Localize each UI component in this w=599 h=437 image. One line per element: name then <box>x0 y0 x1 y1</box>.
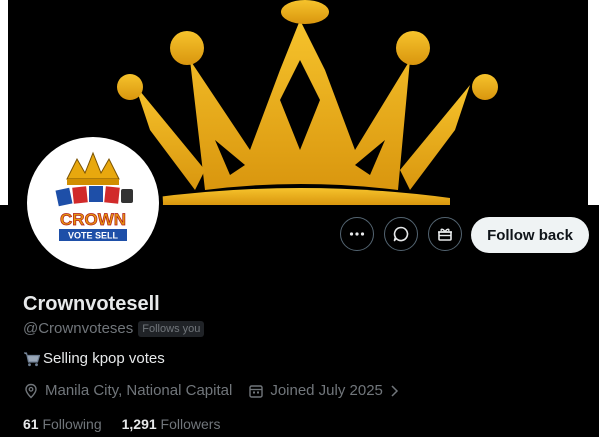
following-count: 61 <box>23 416 39 432</box>
location-item: Manila City, National Capital <box>23 382 232 399</box>
chevron-right-icon <box>391 384 398 397</box>
followers-count: 1,291 <box>121 416 157 432</box>
logo-text-votesell: VOTE SELL <box>68 231 119 241</box>
joined-text: Joined July 2025 <box>270 382 383 399</box>
bio: Selling kpop votes <box>23 350 165 367</box>
message-icon <box>393 226 409 242</box>
following-link[interactable]: 61 Following <box>23 416 102 432</box>
follow-stats: 61 Following 1,291 Followers <box>23 416 220 432</box>
bio-text: Selling kpop votes <box>43 350 165 367</box>
more-button[interactable] <box>340 217 374 251</box>
more-icon <box>349 232 365 236</box>
location-text: Manila City, National Capital <box>45 382 233 399</box>
avatar[interactable]: CROWN VOTE SELL <box>23 133 163 273</box>
calendar-icon <box>249 384 264 398</box>
gift-button[interactable] <box>428 217 462 251</box>
message-button[interactable] <box>384 217 418 251</box>
shopping-cart-icon <box>24 351 41 366</box>
followers-label: Followers <box>160 416 221 432</box>
follows-you-badge: Follows you <box>138 320 205 337</box>
following-label: Following <box>42 416 102 432</box>
user-handle: @Crownvoteses <box>23 320 134 337</box>
gift-icon <box>438 228 452 241</box>
logo-text-crown: CROWN <box>60 210 126 229</box>
location-pin-icon <box>25 383 37 398</box>
crown-logo-icon: CROWN VOTE SELL <box>55 151 133 241</box>
avatar-image: CROWN VOTE SELL <box>27 137 159 269</box>
joined-item[interactable]: Joined July 2025 <box>248 382 399 399</box>
display-name: Crownvotesell <box>23 293 160 315</box>
followers-link[interactable]: 1,291 Followers <box>122 416 221 432</box>
follow-back-button[interactable]: Follow back <box>471 217 589 253</box>
handle-row: @Crownvoteses Follows you <box>23 320 205 337</box>
profile-meta: Manila City, National Capital Joined Jul… <box>23 382 399 399</box>
